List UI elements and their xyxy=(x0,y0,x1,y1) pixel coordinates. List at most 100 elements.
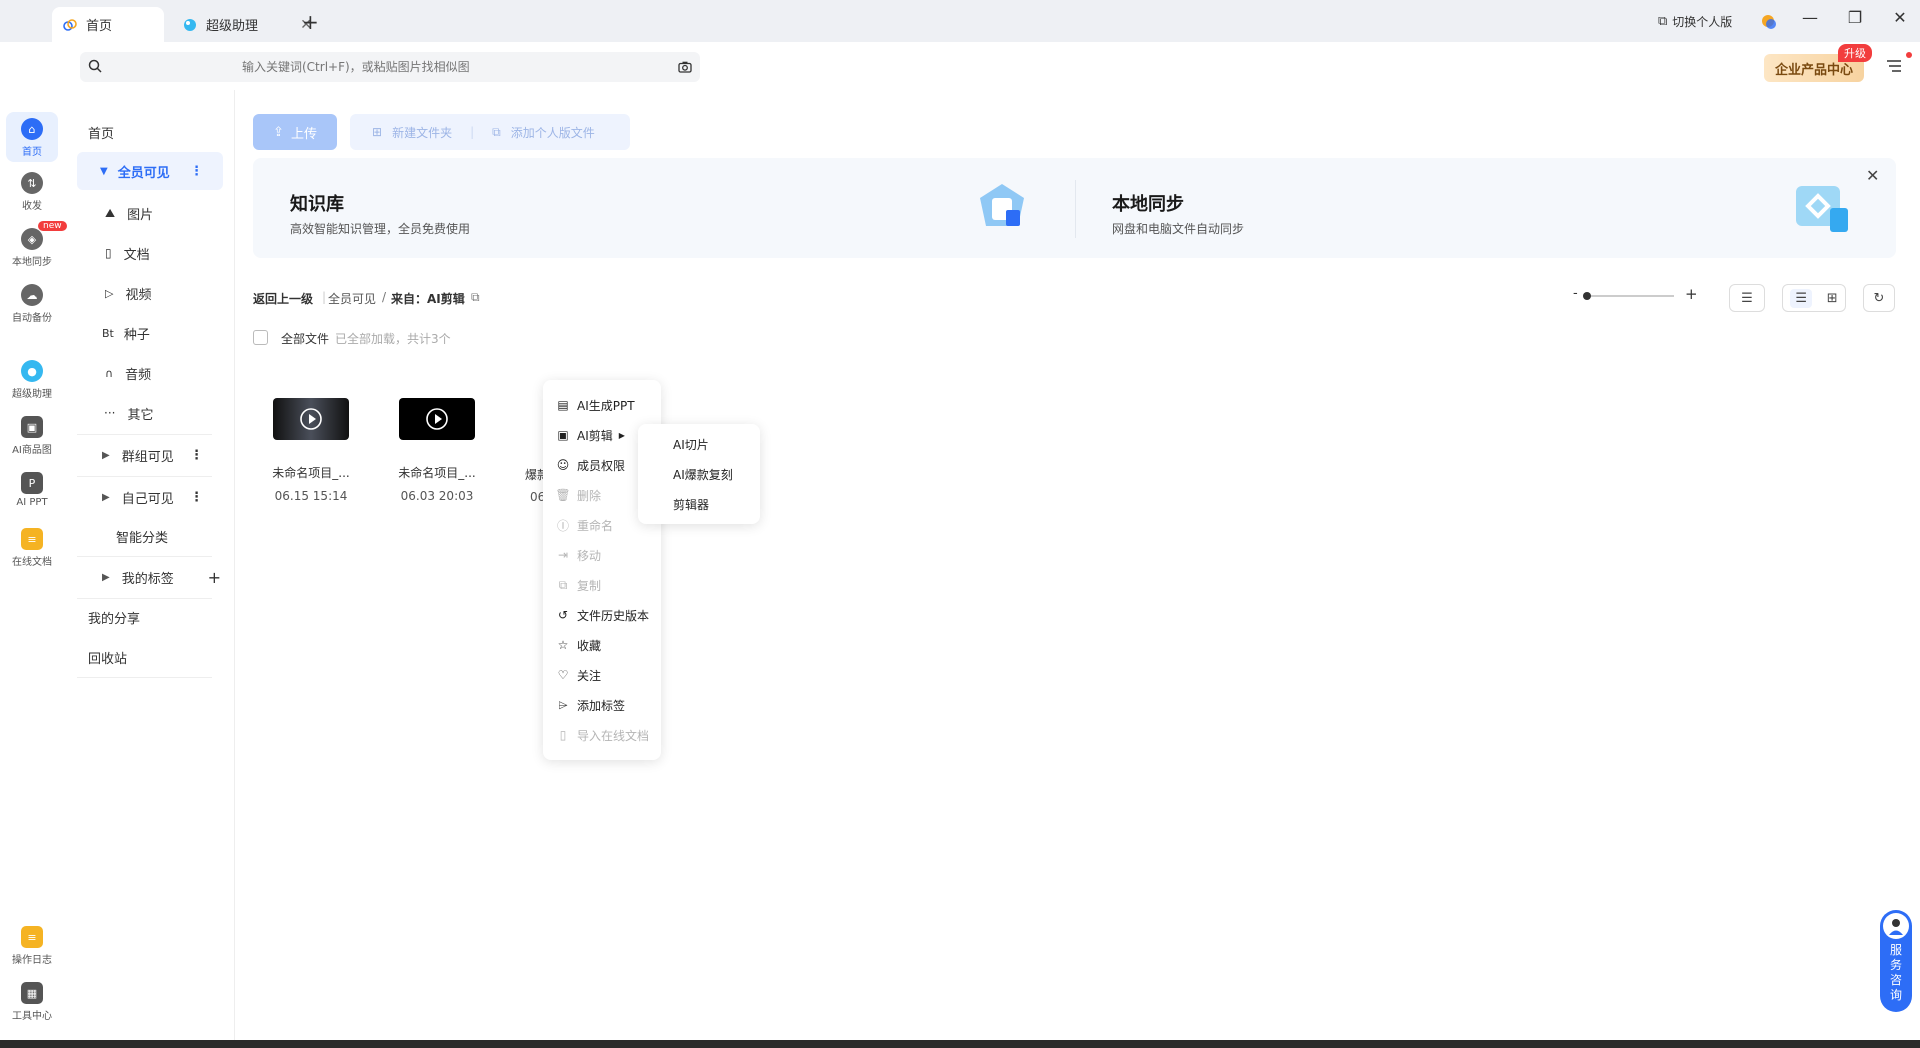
menu-ai-ppt[interactable]: ▤ AI生成PPT xyxy=(543,390,661,420)
copy-icon: ⧉ xyxy=(492,124,501,139)
move-icon: ⇥ xyxy=(557,548,569,562)
rail-online-doc[interactable]: ≡ 在线文档 xyxy=(6,528,58,568)
ellipsis-icon: ··· xyxy=(104,406,116,420)
rail-transfer[interactable]: ⇅ 收发 xyxy=(6,172,58,212)
nav-audio[interactable]: ∩ 音频 xyxy=(77,356,223,390)
file-card[interactable]: 未命名项目_... 06.03 20:03 xyxy=(387,398,487,503)
camera-icon[interactable] xyxy=(678,58,692,77)
nav-group-visible[interactable]: ▶ 群组可见 ⋮ xyxy=(77,438,223,472)
rail-local-sync[interactable]: ◈ 本地同步 xyxy=(6,228,58,268)
nav-other[interactable]: ··· 其它 xyxy=(77,396,223,430)
nav-self-visible[interactable]: ▶ 自己可见 ⋮ xyxy=(77,480,223,514)
upgrade-badge: 升级 xyxy=(1838,44,1872,62)
tab-label: 首页 xyxy=(86,19,113,34)
menu-move[interactable]: ⇥ 移动 xyxy=(543,540,661,570)
new-folder-button[interactable]: ⊞ 新建文件夹 xyxy=(372,124,452,141)
zoom-out-button[interactable]: - xyxy=(1573,286,1578,301)
knowledge-base-card[interactable]: 知识库 高效智能知识管理，全员免费使用 xyxy=(290,190,470,237)
rail-operation-log[interactable]: ≡ 操作日志 xyxy=(6,926,58,966)
close-window-button[interactable]: ✕ xyxy=(1885,8,1915,27)
menu-add-tag[interactable]: ⌲ 添加标签 xyxy=(543,690,661,720)
breadcrumb-root[interactable]: 全员可见 xyxy=(328,290,376,307)
close-banner-button[interactable]: ✕ xyxy=(1866,166,1879,185)
tab-super-assistant[interactable]: 超级助理 ✕ xyxy=(172,7,322,42)
nav-recycle-bin[interactable]: 回收站 xyxy=(77,640,223,674)
switch-personal-button[interactable]: ⧉ 切换个人版 xyxy=(1658,13,1732,30)
more-icon[interactable]: ⋮ xyxy=(190,164,203,179)
menu-favorite[interactable]: ☆ 收藏 xyxy=(543,630,661,660)
upload-button[interactable]: ⇪ 上传 xyxy=(253,114,337,150)
rail-auto-backup[interactable]: ☁ 自动备份 xyxy=(6,284,58,324)
grid-view-icon[interactable]: ⊞ xyxy=(1827,291,1838,306)
back-link[interactable]: 返回上一级 xyxy=(253,290,313,307)
zoom-slider-handle[interactable] xyxy=(1583,292,1591,300)
zoom-in-button[interactable]: + xyxy=(1685,285,1698,303)
more-icon[interactable]: ⋮ xyxy=(190,490,203,505)
nav-my-share[interactable]: 我的分享 xyxy=(77,600,223,634)
all-files-label: 全部文件 xyxy=(281,332,330,346)
refresh-button[interactable]: ↻ xyxy=(1863,284,1895,312)
search-input[interactable] xyxy=(102,59,678,75)
more-icon[interactable]: ⋮ xyxy=(190,448,203,463)
service-consult-button[interactable]: 服务咨询 xyxy=(1880,910,1912,1012)
search-bar[interactable] xyxy=(80,52,700,82)
sync-icon: ◈ xyxy=(21,228,43,250)
nav-home[interactable]: 首页 xyxy=(77,115,223,149)
caret-right-icon: ▶ xyxy=(618,430,625,440)
nav-smart-category[interactable]: 智能分类 xyxy=(77,519,223,553)
separator: | xyxy=(322,290,327,304)
submenu-ai-replicate[interactable]: AI爆款复刻 xyxy=(673,466,733,483)
new-tab-button[interactable]: + xyxy=(302,10,319,34)
assistant-icon xyxy=(182,17,198,33)
copy-icon: ⧉ xyxy=(558,577,568,592)
restore-button[interactable]: ❐ xyxy=(1840,8,1870,27)
skin-icon[interactable] xyxy=(1760,13,1778,31)
separator: | xyxy=(470,125,475,139)
search-icon xyxy=(88,58,102,77)
caret-right-icon: ▶ xyxy=(102,571,110,583)
tab-home[interactable]: 首页 xyxy=(52,7,164,42)
copy-path-icon[interactable]: ⧉ xyxy=(471,290,480,305)
divider xyxy=(77,556,212,557)
breadcrumb-separator: / xyxy=(382,290,387,304)
menu-icon[interactable] xyxy=(1886,58,1902,77)
menu-file-history[interactable]: ↺ 文件历史版本 xyxy=(543,600,661,630)
rail-tool-center[interactable]: ▦ 工具中心 xyxy=(6,982,58,1022)
minimize-button[interactable]: — xyxy=(1795,8,1825,27)
switch-icon: ⧉ xyxy=(1658,14,1668,29)
add-tag-icon[interactable]: + xyxy=(208,568,221,587)
submenu-ai-clip[interactable]: AI切片 xyxy=(673,436,709,453)
submenu-editor[interactable]: 剪辑器 xyxy=(673,496,709,513)
ppt-icon: ▤ xyxy=(557,398,569,412)
sort-button[interactable]: ☰ xyxy=(1729,284,1765,312)
file-card[interactable]: 未命名项目_... 06.15 15:14 xyxy=(261,398,361,503)
assistant-icon: ● xyxy=(21,360,43,382)
rail-ai-product-image[interactable]: ▣ AI商品图 xyxy=(6,416,58,456)
select-all-checkbox[interactable] xyxy=(253,330,268,345)
avatar xyxy=(1883,913,1909,939)
nav-all-visible[interactable]: ▼ 全员可见 ⋮ xyxy=(77,152,223,190)
menu-copy[interactable]: ⧉ 复制 xyxy=(543,570,661,600)
menu-follow[interactable]: ♡ 关注 xyxy=(543,660,661,690)
upload-icon: ⇪ xyxy=(273,124,284,140)
list-view-icon[interactable]: ☰ xyxy=(1790,288,1813,308)
zoom-slider[interactable] xyxy=(1584,295,1674,297)
document-icon: ≡ xyxy=(21,528,43,550)
caret-down-icon: ▼ xyxy=(100,165,108,177)
rail-home[interactable]: ⌂ 首页 xyxy=(6,112,58,162)
image-icon: ⛰ xyxy=(105,205,116,220)
add-personal-file-button[interactable]: ⧉ 添加个人版文件 xyxy=(492,124,595,141)
load-status: 已全部加载，共计3个 xyxy=(335,332,451,346)
nav-my-tags[interactable]: ▶ 我的标签 + xyxy=(77,560,223,594)
nav-images[interactable]: ⛰ 图片 xyxy=(77,196,223,230)
nav-videos[interactable]: ▷ 视频 xyxy=(77,276,223,310)
notification-dot xyxy=(1906,52,1912,58)
local-sync-card[interactable]: 本地同步 网盘和电脑文件自动同步 xyxy=(1112,190,1244,237)
menu-import-online-doc[interactable]: ▯ 导入在线文档 xyxy=(543,720,661,750)
rail-ai-ppt[interactable]: P AI PPT xyxy=(6,472,58,508)
play-icon xyxy=(426,408,448,430)
rail-super-assistant[interactable]: ● 超级助理 xyxy=(6,360,58,400)
nav-torrents[interactable]: Bt 种子 xyxy=(77,316,223,350)
nav-documents[interactable]: ▯ 文档 xyxy=(77,236,223,270)
sort-icon: ☰ xyxy=(1741,290,1753,306)
